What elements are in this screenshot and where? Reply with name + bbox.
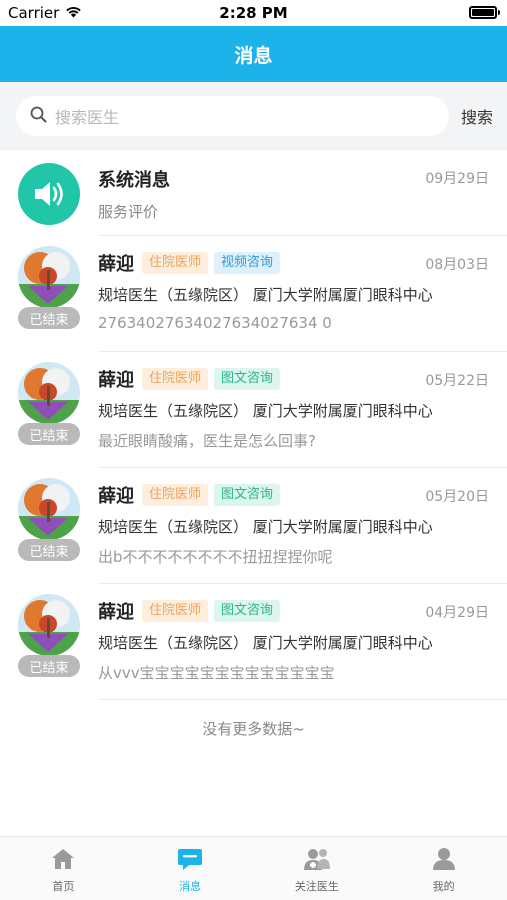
avatar-column: 已结束 — [18, 468, 98, 584]
tab-label: 消息 — [179, 880, 202, 893]
conversation-content: 薛迎 住院医师 图文咨询 05月22日 规培医生（五缘院区） 厦门大学附属厦门眼… — [98, 352, 507, 468]
consult-type-tag: 图文咨询 — [214, 368, 281, 390]
doctor-name: 薛迎 — [98, 254, 134, 275]
consult-type-tag: 视频咨询 — [214, 252, 281, 274]
consult-type-tag: 图文咨询 — [214, 484, 281, 506]
system-message-subtitle: 服务评价 — [98, 203, 159, 221]
doctor-avatar — [18, 478, 80, 540]
search-input[interactable]: 搜索医生 — [16, 96, 449, 136]
doctor-info: 规培医生（五缘院区） 厦门大学附属厦门眼科中心 — [98, 634, 433, 652]
status-time: 2:28 PM — [219, 4, 288, 22]
tab-bar: 首页 消息 关注医生 我的 — [0, 836, 507, 900]
conversation-row[interactable]: 已结束 薛迎 住院医师 视频咨询 08月03日 规培医生（五缘院区） 厦门大学附… — [18, 236, 507, 352]
avatar-column: 已结束 — [18, 236, 98, 352]
battery-icon — [469, 6, 500, 19]
status-bar: Carrier 2:28 PM — [0, 0, 507, 26]
conversation-content: 薛迎 住院医师 视频咨询 08月03日 规培医生（五缘院区） 厦门大学附属厦门眼… — [98, 236, 507, 352]
ended-badge: 已结束 — [18, 655, 80, 677]
title-tag: 住院医师 — [142, 252, 209, 274]
tab-label: 我的 — [432, 880, 455, 893]
doctor-info: 规培医生（五缘院区） 厦门大学附属厦门眼科中心 — [98, 286, 433, 304]
avatar-column — [18, 150, 98, 236]
tab-profile[interactable]: 我的 — [380, 837, 507, 900]
speaker-icon — [18, 163, 80, 225]
ended-badge: 已结束 — [18, 539, 80, 561]
conversation-content: 薛迎 住院医师 图文咨询 05月20日 规培医生（五缘院区） 厦门大学附属厦门眼… — [98, 468, 507, 584]
doctor-info: 规培医生（五缘院区） 厦门大学附属厦门眼科中心 — [98, 402, 433, 420]
conversation-date: 04月29日 — [425, 605, 489, 621]
avatar-column: 已结束 — [18, 584, 98, 700]
search-placeholder: 搜索医生 — [55, 108, 120, 127]
doctor-name: 薛迎 — [98, 486, 134, 507]
last-message: 27634027634027634027634 0 — [98, 314, 332, 332]
doctor-avatar — [18, 362, 80, 424]
title-tag: 住院医师 — [142, 484, 209, 506]
doctor-info: 规培医生（五缘院区） 厦门大学附属厦门眼科中心 — [98, 518, 433, 536]
last-message: 出b不不不不不不不不扭扭捏捏你呢 — [98, 548, 333, 566]
ended-badge: 已结束 — [18, 307, 80, 329]
doctor-avatar — [18, 594, 80, 656]
home-icon — [50, 847, 76, 875]
title-tag: 住院医师 — [142, 600, 209, 622]
search-bar: 搜索医生 搜索 — [0, 82, 507, 150]
consult-type-tag: 图文咨询 — [214, 600, 281, 622]
tab-messages[interactable]: 消息 — [127, 837, 254, 900]
nav-bar: 消息 — [0, 26, 507, 82]
tab-label: 首页 — [52, 880, 75, 893]
page-title: 消息 — [234, 44, 273, 67]
no-more-data-label: 没有更多数据~ — [202, 720, 305, 738]
tab-home[interactable]: 首页 — [0, 837, 127, 900]
search-icon — [30, 106, 47, 127]
system-message-row[interactable]: 系统消息 09月29日 服务评价 — [18, 150, 507, 236]
conversation-row[interactable]: 已结束 薛迎 住院医师 图文咨询 04月29日 规培医生（五缘院区） 厦门大学附… — [18, 584, 507, 700]
doctor-avatar — [18, 246, 80, 308]
conversation-date: 05月22日 — [425, 373, 489, 389]
conversation-content: 薛迎 住院医师 图文咨询 04月29日 规培医生（五缘院区） 厦门大学附属厦门眼… — [98, 584, 507, 700]
tab-followed-doctors[interactable]: 关注医生 — [254, 837, 381, 900]
avatar-column: 已结束 — [18, 352, 98, 468]
search-button[interactable]: 搜索 — [461, 104, 493, 128]
profile-icon — [431, 847, 457, 875]
system-message-date: 09月29日 — [425, 171, 489, 187]
doctor-name: 薛迎 — [98, 370, 134, 391]
last-message: 最近眼睛酸痛，医生是怎么回事? — [98, 432, 316, 450]
doctors-icon — [303, 847, 331, 875]
conversation-row[interactable]: 已结束 薛迎 住院医师 图文咨询 05月22日 规培医生（五缘院区） 厦门大学附… — [18, 352, 507, 468]
conversation-row[interactable]: 已结束 薛迎 住院医师 图文咨询 05月20日 规培医生（五缘院区） 厦门大学附… — [18, 468, 507, 584]
system-message-content: 系统消息 09月29日 服务评价 — [98, 150, 507, 236]
title-tag: 住院医师 — [142, 368, 209, 390]
conversation-date: 08月03日 — [425, 257, 489, 273]
doctor-name: 薛迎 — [98, 602, 134, 623]
conversation-date: 05月20日 — [425, 489, 489, 505]
message-icon — [177, 847, 203, 875]
ended-badge: 已结束 — [18, 423, 80, 445]
tab-label: 关注医生 — [294, 880, 339, 893]
last-message: 从vvv宝宝宝宝宝宝宝宝宝宝宝宝宝 — [98, 664, 335, 682]
message-list: 系统消息 09月29日 服务评价 已结束 薛迎 住院医师 视频咨询 08月03日… — [0, 150, 507, 700]
